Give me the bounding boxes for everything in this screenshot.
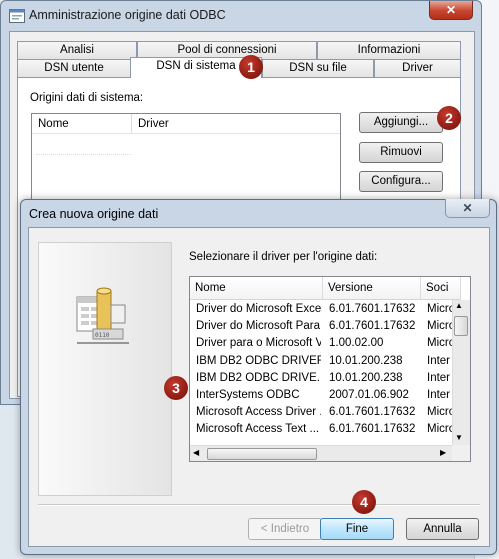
cell-company: Micro <box>427 303 452 315</box>
column-header-nome[interactable]: Nome <box>190 277 323 300</box>
window-app-icon <box>9 9 25 23</box>
cell-version: 6.01.7601.17632 <box>329 423 416 436</box>
table-row[interactable]: IBM DB2 ODBC DRIVER 10.01.200.238 Inter <box>190 353 452 370</box>
driver-list[interactable]: Nome Versione Soci Driver do Microsoft E… <box>189 276 471 462</box>
cell-name: Driver do Microsoft Exce... <box>196 303 321 315</box>
dialog-title: Crea nuova origine dati <box>29 207 159 221</box>
table-row[interactable]: InterSystems ODBC 2007.01.06.902 Inter <box>190 387 452 404</box>
cell-company: Inter <box>427 354 451 367</box>
cell-name: IBM DB2 ODBC DRIVE... <box>196 371 321 384</box>
table-row[interactable]: IBM DB2 ODBC DRIVE... 10.01.200.238 Inter <box>190 370 452 387</box>
back-button[interactable]: < Indietro <box>248 518 322 540</box>
step-marker-4: 4 <box>352 490 376 514</box>
scroll-right-icon[interactable]: ▶ <box>440 448 446 457</box>
section-label: Origini dati di sistema: <box>30 92 144 104</box>
scroll-down-icon[interactable]: ▼ <box>455 433 463 442</box>
add-button[interactable]: Aggiungi... <box>359 112 443 133</box>
horizontal-scrollbar[interactable]: ◀ ▶ <box>190 445 452 461</box>
row-divider <box>36 154 132 155</box>
column-header-societa[interactable]: Soci <box>421 277 461 300</box>
close-button[interactable]: ✕ <box>429 1 473 20</box>
cell-name: Microsoft Access Text ... <box>196 423 320 436</box>
table-row[interactable]: Driver do Microsoft Para... 6.01.7601.176… <box>190 318 452 335</box>
cell-version: 10.01.200.238 <box>329 354 403 367</box>
scroll-left-icon[interactable]: ◀ <box>193 448 199 457</box>
dialog-body: 0110 Selezionare il driver per l'origine… <box>28 227 490 547</box>
tab-dsn-su-file[interactable]: DSN su file <box>262 59 374 77</box>
cell-name: InterSystems ODBC <box>196 389 300 401</box>
tab-driver[interactable]: Driver <box>374 59 461 77</box>
table-row[interactable]: Driver para o Microsoft V... 1.00.02.00 Mi… <box>190 335 452 352</box>
cell-name: IBM DB2 ODBC DRIVER <box>196 354 321 367</box>
column-header-driver[interactable]: Driver <box>132 114 340 134</box>
cell-version: 2007.01.06.902 <box>329 389 409 401</box>
step-marker-1: 1 <box>239 55 263 79</box>
column-header-versione[interactable]: Versione <box>323 277 421 300</box>
database-setup-icon: 0110 <box>76 287 129 344</box>
tab-informazioni[interactable]: Informazioni <box>317 41 461 59</box>
cell-name: Microsoft Access Driver ... <box>196 406 321 419</box>
remove-button[interactable]: Rimuovi <box>359 142 443 163</box>
hscroll-thumb[interactable] <box>207 448 317 460</box>
configure-button[interactable]: Configura... <box>359 171 443 192</box>
cell-name: Driver para o Microsoft V... <box>196 337 321 350</box>
column-header-nome[interactable]: Nome <box>32 114 132 134</box>
step-marker-2: 2 <box>437 106 461 130</box>
svg-text:0110: 0110 <box>95 332 110 339</box>
cell-version: 6.01.7601.17632 <box>329 320 416 333</box>
finish-button[interactable]: Fine <box>320 518 394 540</box>
cell-company: Micro <box>427 320 452 333</box>
create-datasource-dialog: Crea nuova origine dati ✕ 0110 Seleziona… <box>20 199 497 555</box>
cell-company: Inter <box>427 389 451 401</box>
cell-company: Micro <box>427 406 452 419</box>
cell-version: 1.00.02.00 <box>329 337 384 350</box>
tab-dsn-utente[interactable]: DSN utente <box>17 59 131 77</box>
step-marker-3: 3 <box>164 376 188 400</box>
table-row[interactable]: Microsoft Access Text ... 6.01.7601.17632… <box>190 421 452 438</box>
wizard-side-panel: 0110 <box>38 242 172 496</box>
table-row[interactable]: Driver do Microsoft Exce... 6.01.7601.176… <box>190 301 452 318</box>
window-title: Amministrazione origine dati ODBC <box>29 8 226 22</box>
vertical-scrollbar[interactable]: ▲ ▼ <box>452 300 470 445</box>
cell-company: Micro <box>427 337 452 350</box>
table-row[interactable]: Microsoft Access Driver ... 6.01.7601.176… <box>190 404 452 421</box>
dialog-prompt: Selezionare il driver per l'origine dati… <box>189 251 378 263</box>
cell-company: Inter <box>427 371 451 384</box>
cell-version: 6.01.7601.17632 <box>329 406 416 419</box>
scroll-up-icon[interactable]: ▲ <box>455 301 463 310</box>
tab-analisi[interactable]: Analisi <box>17 41 137 59</box>
cell-version: 10.01.200.238 <box>329 371 403 384</box>
separator <box>38 504 480 506</box>
cell-version: 6.01.7601.17632 <box>329 303 416 315</box>
scroll-thumb[interactable] <box>454 316 468 336</box>
cancel-button[interactable]: Annulla <box>406 518 479 540</box>
cell-name: Driver do Microsoft Para... <box>196 320 321 333</box>
scroll-corner <box>452 445 470 461</box>
cell-company: Micro <box>427 423 452 436</box>
dialog-close-button[interactable]: ✕ <box>445 199 490 218</box>
